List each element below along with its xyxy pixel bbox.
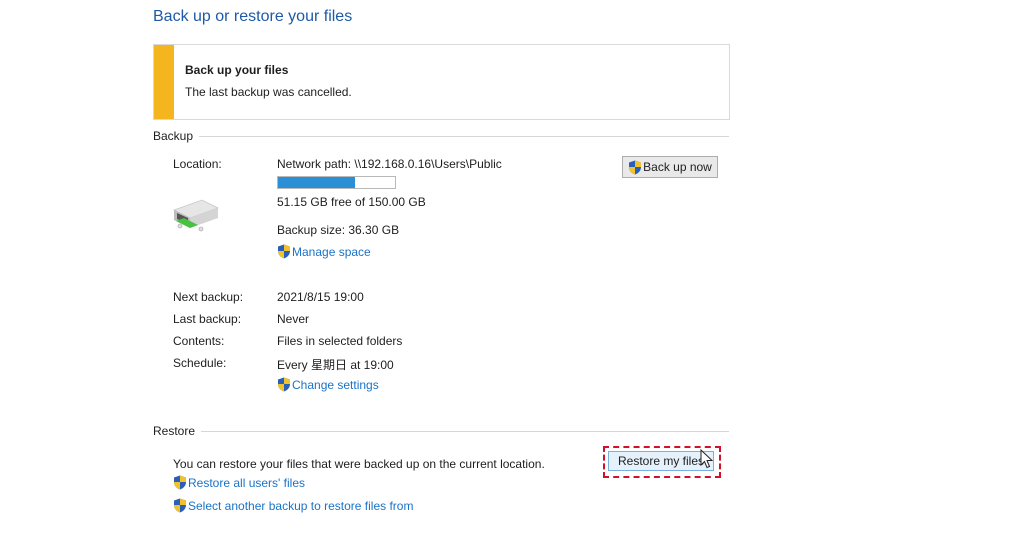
restore-all-users-label: Restore all users' files — [188, 475, 305, 490]
last-backup-label: Last backup: — [173, 312, 242, 326]
restore-section-label: Restore — [153, 424, 202, 438]
restore-all-users-link[interactable]: Restore all users' files — [173, 475, 305, 490]
next-backup-value: 2021/8/15 19:00 — [277, 290, 364, 304]
uac-shield-icon — [277, 377, 291, 392]
backup-section-label: Backup — [153, 129, 200, 143]
uac-shield-icon — [277, 244, 291, 259]
mouse-cursor-icon — [700, 449, 714, 469]
uac-shield-icon — [628, 160, 642, 175]
free-space-text: 51.15 GB free of 150.00 GB — [277, 195, 426, 209]
notice-accent-bar — [154, 45, 174, 119]
contents-label: Contents: — [173, 334, 225, 348]
backup-section-divider — [153, 136, 729, 137]
back-up-now-button[interactable]: Back up now — [622, 156, 718, 178]
uac-shield-icon — [173, 498, 187, 513]
network-drive-icon — [172, 199, 220, 232]
schedule-value: Every 星期日 at 19:00 — [277, 358, 394, 372]
disk-usage-fill — [278, 177, 356, 188]
back-up-now-label: Back up now — [643, 160, 712, 174]
select-another-backup-link[interactable]: Select another backup to restore files f… — [173, 498, 413, 513]
change-settings-label: Change settings — [292, 377, 379, 392]
location-value: Network path: \\192.168.0.16\Users\Publi… — [277, 157, 502, 171]
disk-usage-bar — [277, 176, 396, 189]
restore-my-files-button[interactable]: Restore my files — [608, 451, 714, 471]
page-title: Back up or restore your files — [153, 8, 353, 25]
last-backup-value: Never — [277, 312, 310, 326]
restore-description: You can restore your files that were bac… — [173, 457, 545, 471]
backup-size-text: Backup size: 36.30 GB — [277, 223, 400, 237]
notice-message: The last backup was cancelled. — [185, 85, 352, 99]
select-another-backup-label: Select another backup to restore files f… — [188, 498, 414, 513]
contents-value: Files in selected folders — [277, 334, 403, 348]
manage-space-label: Manage space — [292, 244, 371, 259]
location-label: Location: — [173, 157, 222, 171]
backup-notice: Back up your files The last backup was c… — [153, 44, 730, 120]
schedule-label: Schedule: — [173, 356, 227, 370]
manage-space-link[interactable]: Manage space — [277, 244, 371, 259]
change-settings-link[interactable]: Change settings — [277, 377, 379, 392]
next-backup-label: Next backup: — [173, 290, 244, 304]
uac-shield-icon — [173, 475, 187, 490]
notice-heading: Back up your files — [185, 63, 289, 77]
restore-section-divider — [153, 431, 729, 432]
